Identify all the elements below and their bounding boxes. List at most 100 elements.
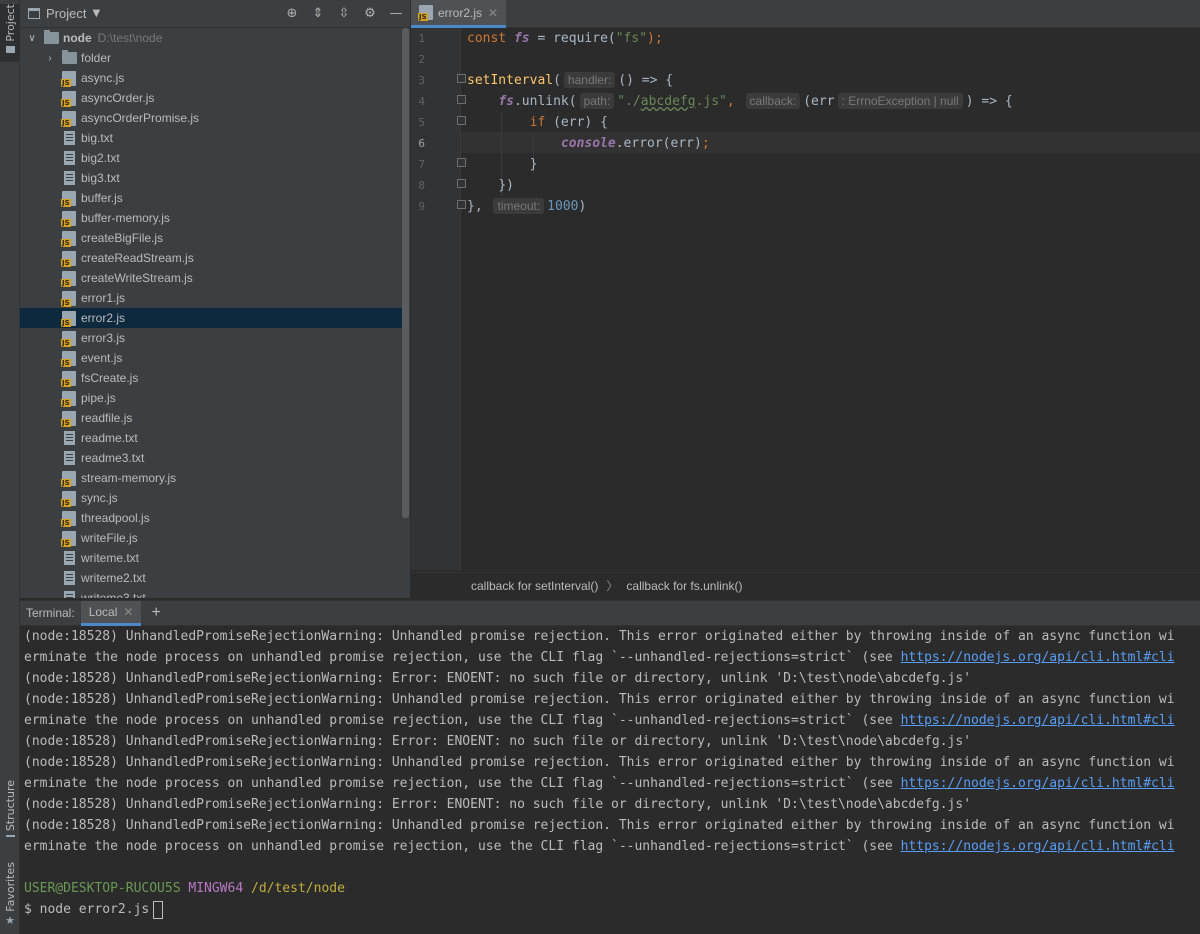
tree-file-item[interactable]: createReadStream.js [20,248,402,268]
file-name: asyncOrderPromise.js [81,111,200,125]
tree-file-item[interactable]: createBigFile.js [20,228,402,248]
editor-tab-error2[interactable]: error2.js ✕ [411,0,507,28]
gear-icon[interactable]: ⚙ [362,4,378,22]
js-file-icon [61,290,76,307]
code-editor[interactable]: const fs = require("fs"); setInterval(ha… [461,28,1200,570]
tree-file-item[interactable]: threadpool.js [20,508,402,528]
minimize-icon[interactable]: — [388,4,404,22]
terminal-tab-label: Local [88,604,118,619]
js-file-icon [418,5,433,21]
tree-file-item[interactable]: fsCreate.js [20,368,402,388]
close-icon[interactable]: ✕ [123,605,133,619]
tree-root-node[interactable]: ∨ node D:\test\node [20,28,402,48]
tree-file-item[interactable]: writeme.txt [20,548,402,568]
editor-tab-label: error2.js [438,5,483,20]
terminal-prompt: USER@DESKTOP-RUCOU5S MINGW64 /d/test/nod… [24,881,345,896]
tree-file-item[interactable]: error3.js [20,328,402,348]
code-line-6: console.error(err); [560,136,710,151]
js-file-icon [61,190,76,207]
breadcrumb-item[interactable]: callback for setInterval() [471,579,598,593]
tree-file-item[interactable]: writeme3.txt [20,588,402,598]
tree-file-item[interactable]: readme3.txt [20,448,402,468]
tool-window-strip: Project Structure Favorites ★ [0,0,20,934]
tree-file-item[interactable]: error2.js [20,308,402,328]
file-name: pipe.js [81,391,116,405]
tree-file-item[interactable]: async.js [20,68,402,88]
line-number: 4 [418,95,425,108]
tree-file-item[interactable]: buffer.js [20,188,402,208]
collapse-all-icon[interactable]: ⇳ [336,4,352,22]
tree-file-item[interactable]: readme.txt [20,428,402,448]
terminal-link[interactable]: https://nodejs.org/api/cli.html#cli [901,776,1175,791]
tree-file-item[interactable]: event.js [20,348,402,368]
terminal-link[interactable]: https://nodejs.org/api/cli.html#cli [901,713,1175,728]
file-name: big.txt [81,131,114,145]
terminal-link[interactable]: https://nodejs.org/api/cli.html#cli [901,839,1175,854]
breadcrumb-item[interactable]: callback for fs.unlink() [626,579,742,593]
root-folder-name: node [63,31,92,45]
structure-tool-tab[interactable]: Structure [0,780,20,840]
line-number: 8 [418,179,425,192]
project-panel-header: Project ▼ ⊕ ⇕ ⇳ ⚙ — [20,0,410,28]
tree-file-item[interactable]: sync.js [20,488,402,508]
terminal-line: erminate the node process on unhandled p… [24,839,1175,854]
tree-file-item[interactable]: big2.txt [20,148,402,168]
terminal-line: erminate the node process on unhandled p… [24,776,1175,791]
js-file-icon [61,110,76,127]
terminal-line: (node:18528) UnhandledPromiseRejectionWa… [24,797,972,812]
file-name: error3.js [81,331,126,345]
chevron-right-icon[interactable]: › [44,53,56,64]
js-file-icon [61,70,76,87]
file-name: async.js [81,71,125,85]
terminal-command-line[interactable]: $ node error2.js [24,899,1200,920]
tree-file-item[interactable]: buffer-memory.js [20,208,402,228]
line-number: 9 [418,200,425,213]
chevron-down-icon[interactable]: ▼ [92,8,100,19]
tree-file-item[interactable]: pipe.js [20,388,402,408]
file-name: readfile.js [81,411,133,425]
tree-folder[interactable]: › folder [20,48,402,68]
add-terminal-icon[interactable]: + [151,604,160,622]
terminal-line: (node:18528) UnhandledPromiseRejectionWa… [24,629,1175,644]
root-folder-path: D:\test\node [97,31,163,45]
terminal-tab-local[interactable]: Local ✕ [80,601,142,626]
tree-file-item[interactable]: stream-memory.js [20,468,402,488]
param-hint: timeout: [493,198,545,214]
project-panel-title[interactable]: Project [46,6,86,21]
terminal-output[interactable]: (node:18528) UnhandledPromiseRejectionWa… [24,626,1200,920]
terminal-link[interactable]: https://nodejs.org/api/cli.html#cli [901,650,1175,665]
terminal-line: erminate the node process on unhandled p… [24,650,1175,665]
chevron-down-icon[interactable]: ∨ [26,33,38,44]
terminal-line: (node:18528) UnhandledPromiseRejectionWa… [24,818,1175,833]
tree-file-item[interactable]: writeFile.js [20,528,402,548]
tree-file-item[interactable]: createWriteStream.js [20,268,402,288]
line-number: 5 [418,116,425,129]
text-file-icon [64,551,75,565]
text-file-icon [64,591,75,598]
tree-file-item[interactable]: big3.txt [20,168,402,188]
project-tool-tab[interactable]: Project [0,4,20,62]
file-name: writeme2.txt [81,571,146,585]
js-file-icon [61,230,76,247]
code-line-5: if (err) { [529,115,608,130]
project-view-icon [28,8,40,19]
text-file-icon [64,451,75,465]
tree-file-item[interactable]: big.txt [20,128,402,148]
file-name: buffer-memory.js [81,211,170,225]
tree-file-item[interactable]: readfile.js [20,408,402,428]
favorites-tool-tab[interactable]: Favorites ★ [0,862,20,928]
file-name: readme3.txt [81,451,145,465]
tree-file-item[interactable]: writeme2.txt [20,568,402,588]
js-file-icon [61,370,76,387]
project-tool-label: Project [3,4,17,42]
editor-gutter: 1 2 3 4 5 6 7 8 9 [411,28,466,570]
project-scrollbar[interactable] [402,28,409,518]
tree-file-item[interactable]: asyncOrderPromise.js [20,108,402,128]
file-name: readme.txt [81,431,138,445]
terminal-panel: Terminal: Local ✕ + (node:18528) Unhandl… [20,600,1200,934]
locate-icon[interactable]: ⊕ [284,4,300,22]
tree-file-item[interactable]: error1.js [20,288,402,308]
expand-all-icon[interactable]: ⇕ [310,4,326,22]
tree-file-item[interactable]: asyncOrder.js [20,88,402,108]
close-icon[interactable]: ✕ [488,6,498,20]
